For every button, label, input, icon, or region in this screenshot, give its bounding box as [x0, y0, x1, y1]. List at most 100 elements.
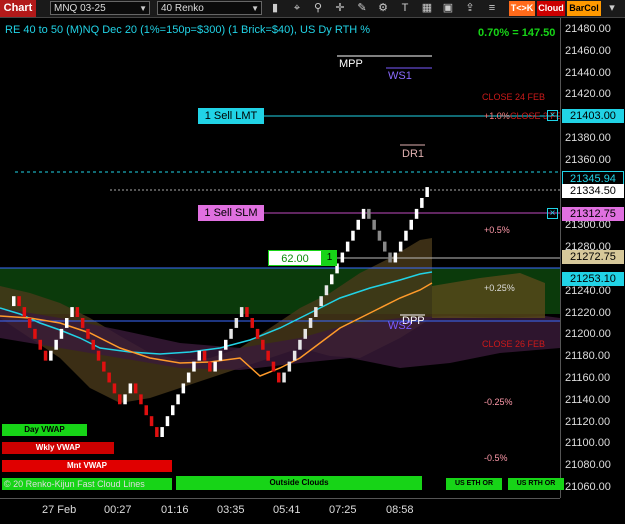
cloud-toggle-button[interactable]: Cloud — [537, 1, 565, 16]
up-brick — [224, 339, 228, 350]
down-brick — [22, 307, 27, 317]
up-brick — [287, 361, 292, 372]
up-brick — [128, 383, 133, 394]
us-rth-or-button[interactable]: US RTH OR — [508, 478, 564, 490]
pointer-icon[interactable]: ⌖ — [290, 1, 304, 15]
down-brick — [149, 416, 154, 427]
up-brick — [12, 296, 16, 307]
chevron-down-icon: ▼ — [139, 4, 147, 13]
ws2-label: WS2 — [388, 320, 412, 332]
position-qty[interactable]: 1 — [322, 250, 337, 266]
time-tick: 03:35 — [217, 504, 245, 516]
chart-menu-button[interactable]: Chart — [0, 0, 36, 17]
share-icon[interactable]: ⇪ — [463, 1, 477, 15]
layout-icon[interactable]: ▦ — [420, 1, 434, 15]
up-brick — [160, 427, 164, 437]
close-26-feb-label: CLOSE 26 FEB — [482, 339, 546, 349]
up-brick — [340, 252, 345, 263]
price-label-sell-slm: 21312.75 — [562, 207, 624, 221]
cancel-sell-slm-icon[interactable]: × — [547, 208, 558, 219]
wkly-vwap-button[interactable]: Wkly VWAP — [2, 442, 114, 454]
up-brick — [239, 307, 244, 317]
price-tick: 21360.00 — [565, 153, 611, 166]
time-tick: 00:27 — [104, 504, 132, 516]
mpp-label: MPP — [339, 58, 363, 70]
copyright-text: © 20 Renko-Kijun Fast Cloud Lines — [4, 479, 145, 489]
down-brick — [155, 427, 159, 437]
down-brick — [271, 361, 276, 372]
properties-icon[interactable]: ⚙ — [376, 1, 390, 15]
down-brick — [266, 350, 270, 361]
up-brick — [234, 318, 239, 328]
up-brick — [59, 328, 64, 339]
cancel-sell-lmt-icon[interactable]: × — [547, 110, 558, 121]
day-vwap-button[interactable]: Day VWAP — [2, 424, 87, 436]
up-brick — [414, 208, 419, 219]
up-brick — [361, 208, 366, 219]
down-brick — [255, 328, 260, 339]
toolbar: Chart MNQ 03-25 ▼ 40 Renko ▼ ▮ ⌖ ⚲ ✛ ✎ ⚙… — [0, 0, 625, 18]
us-eth-or-button[interactable]: US ETH OR — [446, 478, 502, 490]
price-tick: 21240.00 — [565, 284, 611, 297]
text-icon[interactable]: T — [398, 1, 412, 15]
period-selector[interactable]: 40 Renko ▼ — [157, 1, 262, 15]
draw-icon[interactable]: ✎ — [355, 1, 369, 15]
barcol-toggle-button[interactable]: BarCol — [567, 1, 601, 16]
chart-header: RE 40 to 50 (M)NQ Dec 20 (1%=150p=$300) … — [5, 24, 371, 36]
time-tick: 27 Feb — [42, 504, 77, 516]
price-label-last: 21334.50 — [562, 184, 624, 198]
zoom-icon[interactable]: ⚲ — [311, 1, 325, 15]
down-brick — [250, 318, 254, 328]
plus-05pct-label: +0.5% — [484, 225, 510, 235]
down-brick — [91, 339, 95, 350]
down-brick — [261, 339, 265, 350]
up-brick — [123, 394, 127, 405]
down-brick — [80, 318, 85, 328]
minus-05pct-label: -0.5% — [484, 453, 508, 463]
instrument-selector[interactable]: MNQ 03-25 ▼ — [50, 1, 150, 15]
mnt-vwap-button[interactable]: Mnt VWAP — [2, 460, 172, 472]
list-icon[interactable]: ≡ — [485, 1, 499, 15]
up-brick — [192, 361, 196, 372]
up-brick — [65, 318, 69, 328]
price-tick: 21300.00 — [565, 219, 611, 232]
cursor-icon[interactable]: ✛ — [333, 1, 347, 15]
chevron-down-icon: ▼ — [251, 4, 259, 13]
up-brick — [171, 405, 175, 416]
price-label-cyan: 21345.94 — [562, 171, 624, 185]
up-brick — [409, 219, 413, 230]
time-tick: 07:25 — [329, 504, 357, 516]
more-icon[interactable]: ▾ — [605, 1, 619, 15]
price-tick: 21380.00 — [565, 132, 611, 144]
outside-clouds-button[interactable]: Outside Clouds — [176, 476, 422, 490]
up-brick — [356, 219, 360, 230]
price-tick: 21060.00 — [565, 481, 611, 494]
sell-slm-order[interactable]: 1 Sell SLM — [198, 205, 264, 221]
position-pnl[interactable]: 62.00 — [268, 250, 322, 266]
period-value: 40 Renko — [161, 3, 204, 14]
dr1-label: DR1 — [402, 148, 425, 160]
bar-chart-icon[interactable]: ▮ — [268, 1, 282, 15]
down-brick — [102, 361, 106, 372]
down-brick — [17, 296, 21, 307]
down-brick — [372, 219, 376, 230]
down-brick — [367, 208, 371, 219]
up-brick — [330, 274, 334, 285]
snapshot-icon[interactable]: ▣ — [441, 1, 455, 15]
up-brick — [176, 394, 180, 405]
price-tick: 21120.00 — [565, 415, 611, 428]
down-brick — [133, 383, 138, 394]
up-brick — [393, 252, 398, 263]
plus-025pct-label: +0.25% — [484, 283, 515, 293]
tck-toggle-button[interactable]: T<>K — [509, 1, 535, 16]
minus-025pct-label: -0.25% — [484, 397, 513, 407]
down-brick — [38, 339, 42, 350]
sell-lmt-order[interactable]: 1 Sell LMT — [198, 108, 264, 124]
price-label-cyan-indicator: 21253.10 — [562, 272, 624, 286]
price-tick: 21080.00 — [565, 459, 611, 472]
up-brick — [308, 318, 313, 328]
price-tick: 21100.00 — [565, 437, 611, 450]
down-brick — [43, 350, 48, 361]
price-tick: 21460.00 — [565, 44, 611, 57]
up-brick — [345, 241, 350, 252]
